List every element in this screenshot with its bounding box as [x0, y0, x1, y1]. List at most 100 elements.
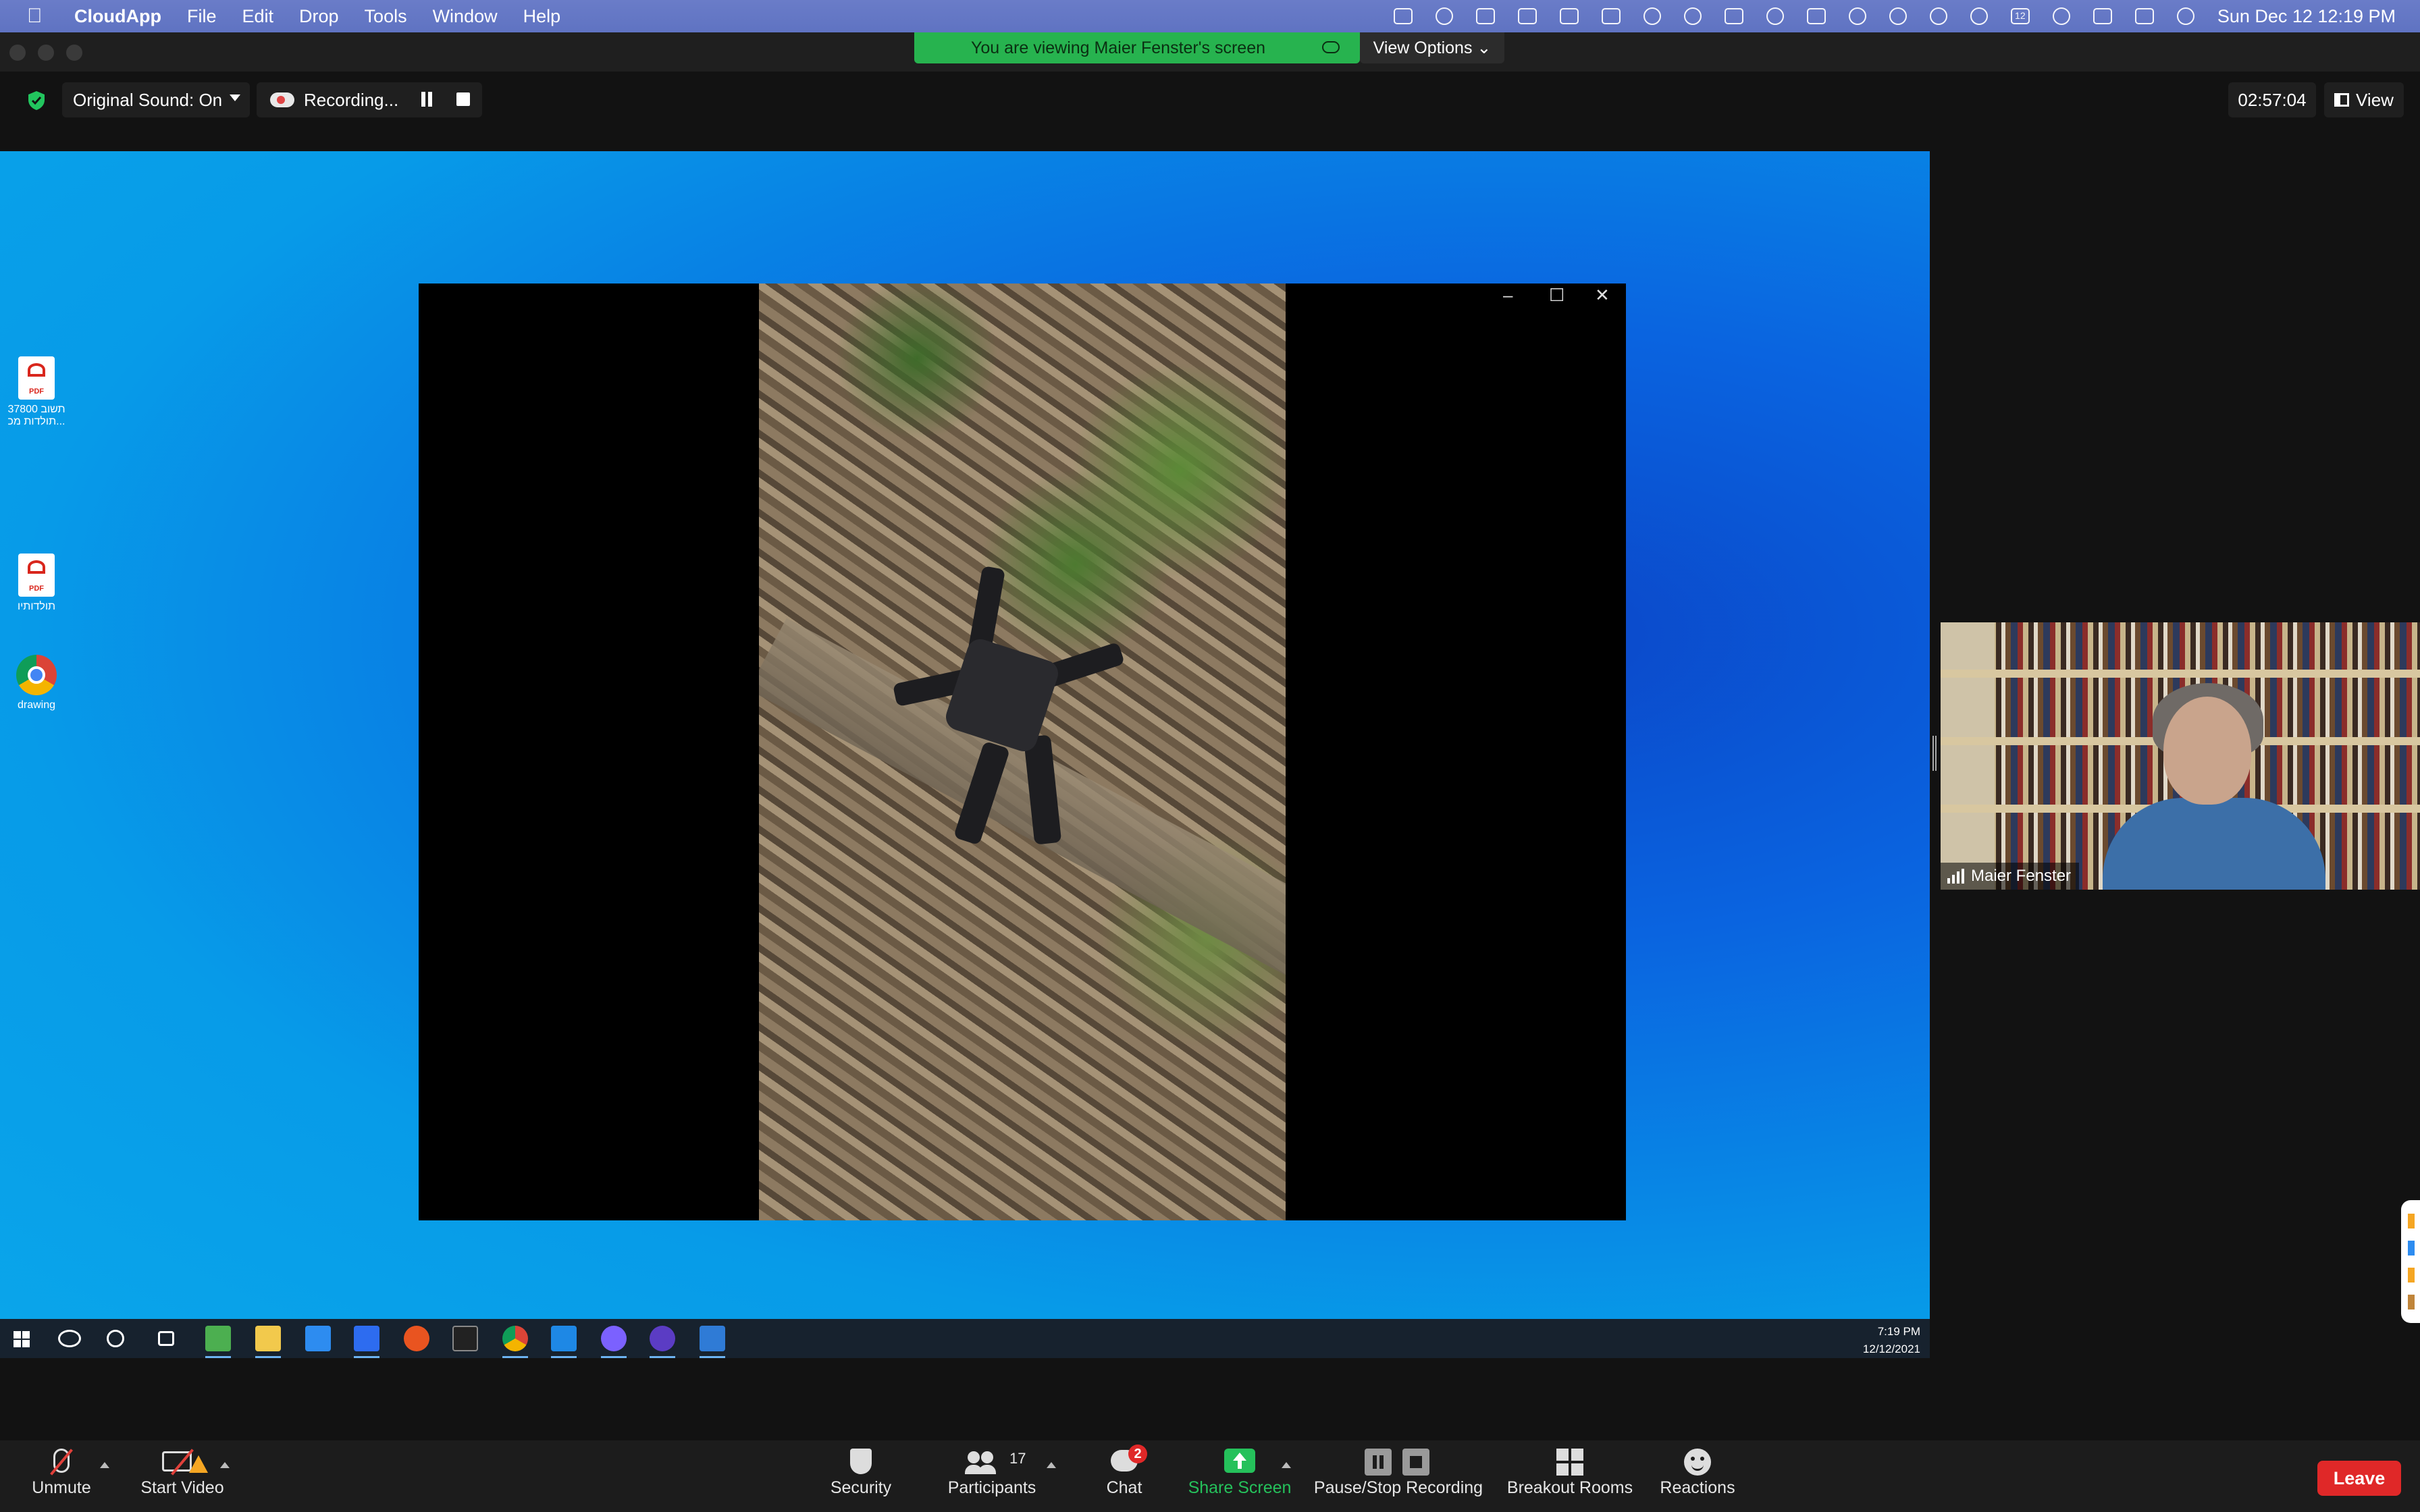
minimize-window-button[interactable] [38, 45, 54, 61]
close-icon[interactable]: ✕ [1595, 285, 1610, 306]
battery-icon[interactable] [2093, 8, 2112, 24]
password-icon[interactable] [1848, 7, 1866, 25]
pause-recording-icon[interactable] [420, 92, 433, 107]
share-options-caret-icon[interactable] [1282, 1462, 1291, 1468]
search-icon[interactable] [1889, 7, 1907, 25]
panel-resize-handle[interactable] [1932, 736, 1937, 771]
apple-icon[interactable]:  [27, 6, 46, 26]
original-sound-button[interactable]: Original Sound: On [62, 82, 250, 117]
vpn-icon[interactable] [1475, 8, 1495, 24]
maximize-icon[interactable]: ☐ [1549, 285, 1564, 306]
play-icon[interactable] [1970, 7, 1988, 25]
task-view-icon[interactable] [158, 1331, 174, 1346]
menu-drop[interactable]: Drop [299, 6, 339, 27]
chevron-down-icon[interactable] [230, 94, 240, 101]
shield-icon [824, 1444, 898, 1476]
encryption-shield-icon[interactable] [27, 90, 46, 111]
desktop-icon-pdf-1[interactable]: PDF 37800 תשוב תולדות מכ... [3, 356, 70, 428]
zoom-window-button[interactable] [66, 45, 82, 61]
window-layout-icon[interactable] [1559, 8, 1579, 24]
windows-taskbar: 7:19 PM 12/12/2021 [0, 1319, 1930, 1358]
chat-button[interactable]: 2 Chat [1094, 1444, 1155, 1509]
microphone-icon[interactable] [1683, 7, 1702, 25]
video-player-window: – ☐ ✕ [419, 284, 1626, 1220]
terminal-icon[interactable] [452, 1326, 478, 1351]
cloud-icon[interactable] [1643, 7, 1661, 25]
participants-caret-icon[interactable] [1047, 1462, 1056, 1468]
battery-monitor-icon[interactable] [1517, 8, 1537, 24]
github-icon[interactable] [650, 1326, 675, 1358]
side-widget[interactable] [2401, 1200, 2420, 1323]
audio-options-caret-icon[interactable] [100, 1462, 109, 1468]
bluetooth-icon[interactable] [1766, 7, 1784, 25]
menu-clock[interactable]: Sun Dec 12 12:19 PM [2217, 6, 2396, 27]
desktop-icon-label: drawing [17, 699, 56, 711]
view-options-button[interactable]: View Options ⌄ [1360, 32, 1504, 63]
taskbar-time: 7:19 PM [1877, 1325, 1920, 1338]
mail-icon[interactable] [305, 1326, 331, 1351]
breakout-rooms-icon [1504, 1444, 1635, 1476]
leave-button[interactable]: Leave [2317, 1461, 2401, 1496]
volume-icon[interactable] [1724, 8, 1743, 24]
minimize-icon[interactable]: – [1503, 285, 1512, 306]
menu-bar:  CloudApp File Edit Drop Tools Window H… [0, 0, 2420, 32]
ubuntu-icon[interactable] [404, 1326, 429, 1351]
sync-icon[interactable] [1435, 7, 1453, 25]
recording-indicator: Recording... [257, 82, 482, 117]
reactions-button[interactable]: Reactions [1653, 1444, 1742, 1509]
unmute-button[interactable]: Unmute [24, 1444, 99, 1509]
reactions-label: Reactions [1660, 1478, 1735, 1497]
participants-button[interactable]: 17 Participants [941, 1444, 1043, 1509]
wifi-icon[interactable] [1929, 7, 1947, 25]
windows-start-icon[interactable] [14, 1331, 30, 1347]
chat-badge: 2 [1128, 1444, 1147, 1463]
participant-video-tile[interactable]: Maier Fenster [1941, 622, 2420, 890]
file-explorer-icon[interactable] [255, 1326, 281, 1358]
viewing-banner-text: You are viewing Maier Fenster's screen [971, 38, 1265, 57]
pause-stop-recording-button[interactable]: Pause/Stop Recording [1310, 1444, 1487, 1509]
zoom-status-icon[interactable] [1393, 8, 1413, 24]
menu-window[interactable]: Window [433, 6, 498, 27]
head [2163, 697, 2251, 805]
menu-edit[interactable]: Edit [242, 6, 273, 27]
pdf-icon: PDF [18, 356, 55, 400]
desktop-icon-label: תולדותיו [17, 601, 56, 612]
sheets-app-icon[interactable] [205, 1326, 231, 1358]
security-button[interactable]: Security [824, 1444, 898, 1509]
taskbar-clock[interactable]: 7:19 PM 12/12/2021 [1863, 1323, 1920, 1358]
stop-recording-icon[interactable] [456, 92, 470, 106]
viewing-banner: You are viewing Maier Fenster's screen [914, 32, 1360, 63]
start-video-button[interactable]: Start Video [132, 1444, 232, 1509]
shirt [2103, 798, 2325, 890]
menu-help[interactable]: Help [523, 6, 561, 27]
close-window-button[interactable] [9, 45, 26, 61]
calendar-icon[interactable]: 12 [2010, 8, 2030, 24]
messenger-icon[interactable] [601, 1326, 627, 1358]
menu-app-name[interactable]: CloudApp [74, 6, 161, 27]
chat-label: Chat [1106, 1478, 1142, 1497]
vscode-icon[interactable] [551, 1326, 577, 1358]
robot-leg [1023, 734, 1062, 845]
menu-tools[interactable]: Tools [365, 6, 407, 27]
view-button[interactable]: View [2324, 82, 2404, 117]
search-icon[interactable] [58, 1330, 81, 1347]
siri-icon[interactable] [2176, 7, 2194, 25]
video-options-caret-icon[interactable] [220, 1462, 230, 1468]
cortana-icon[interactable] [107, 1330, 124, 1347]
chrome-icon[interactable] [502, 1326, 528, 1358]
view-label: View [2356, 89, 2394, 110]
wall [1941, 622, 1995, 890]
desktop-icon-pdf-2[interactable]: PDF תולדותיו [3, 554, 70, 613]
menu-file[interactable]: File [187, 6, 217, 27]
keyboard-icon[interactable] [1806, 8, 1826, 24]
display-icon[interactable] [1601, 8, 1621, 24]
share-screen-button[interactable]: Share Screen [1183, 1444, 1296, 1509]
desktop-icon-chrome[interactable]: drawing [3, 655, 70, 711]
zoom-app-icon[interactable] [354, 1326, 379, 1358]
breakout-rooms-button[interactable]: Breakout Rooms [1504, 1444, 1635, 1509]
pause-stop-recording-label: Pause/Stop Recording [1313, 1478, 1483, 1497]
media-player-icon[interactable] [700, 1326, 725, 1358]
signal-bars-icon [1947, 869, 1964, 884]
moon-icon[interactable] [2052, 7, 2070, 25]
control-center-icon[interactable] [2134, 8, 2154, 24]
